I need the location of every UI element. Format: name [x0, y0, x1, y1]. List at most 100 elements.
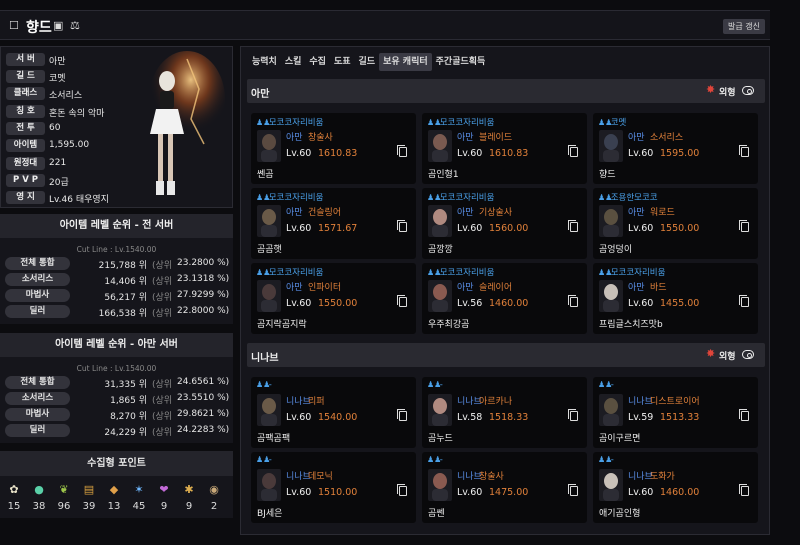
copy-icon[interactable]: [397, 484, 407, 496]
guild-icon: ♟♟: [598, 268, 613, 277]
top-bar: ☐ 향드 ▣ ⚖ 발급 갱신: [0, 10, 770, 40]
character-item-level: 1475.00: [489, 487, 529, 498]
copy-icon[interactable]: [397, 220, 407, 232]
character-name-label: 애기곰인형: [599, 509, 641, 519]
guild-icon: ♟♟: [256, 193, 271, 202]
character-card[interactable]: ♟♟ 모코코자리비움 아만 창술사 Lv.60 1610.83 쎈곰: [251, 113, 416, 184]
character-card[interactable]: ♟♟ 모코코자리비움 아만 슬레이어 Lv.56 1460.00 우주최강곰: [422, 263, 587, 334]
profile-row-title: 칭 호 혼돈 속의 악마: [6, 105, 146, 119]
character-item-level: 1518.33: [489, 412, 529, 423]
character-item-level: 1540.00: [318, 412, 358, 423]
collectible-item[interactable]: ❦ 96: [53, 483, 75, 512]
character-name-label: 곰누드: [428, 434, 453, 444]
rank-row: 전체 통합 215,788 위 (상위 23.2800 %): [0, 257, 233, 271]
character-card[interactable]: ♟♟ - 니나브 리퍼 Lv.60 1540.00 곰팩곰팩: [251, 377, 416, 448]
character-item-level: 1455.00: [660, 298, 700, 309]
collectible-item[interactable]: ✱ 9: [178, 483, 200, 512]
character-card[interactable]: ♟♟ - 니나브 창술사 Lv.60 1475.00 곰쎈: [422, 452, 587, 523]
character-card[interactable]: ♟♟ 조용한모코코 아만 워로드 Lv.60 1550.00 곰엉덩이: [593, 188, 758, 259]
character-level: Lv.60: [628, 487, 654, 498]
copy-icon[interactable]: [739, 220, 749, 232]
character-card[interactable]: ♟♟ 모코코자리비움 아만 기상술사 Lv.60 1560.00 곰깡깡: [422, 188, 587, 259]
collectible-item[interactable]: ● 38: [28, 483, 50, 512]
scale-icon[interactable]: ⚖: [70, 19, 80, 32]
character-class: 리퍼: [308, 397, 325, 407]
collectible-list: ✿ 15 ● 38 ❦ 96 ▤ 39 ◆ 13 ✶ 45 ❤ 9 ✱ 9 ◉ 2: [3, 483, 228, 517]
copy-icon[interactable]: [568, 295, 578, 307]
collectible-item[interactable]: ✶ 45: [128, 483, 150, 512]
server-header-aman: 아만 ✸ 외형: [247, 79, 765, 103]
character-item-level: 1550.00: [660, 223, 700, 234]
collectible-item[interactable]: ◉ 2: [203, 483, 225, 512]
character-class: 워로드: [650, 208, 675, 218]
character-name-label: 곰팩곰팩: [257, 434, 291, 444]
character-name-label: BJ세은: [257, 509, 283, 519]
id-card-icon[interactable]: ▣: [53, 19, 63, 32]
character-card[interactable]: ♟♟ - 니나브 아르카나 Lv.58 1518.33 곰누드: [422, 377, 587, 448]
collectible-item[interactable]: ◆ 13: [103, 483, 125, 512]
character-card[interactable]: ♟♟ 모코코자리비움 아만 건슬링어 Lv.60 1571.67 곰곰햇: [251, 188, 416, 259]
bookmark-icon[interactable]: ☐: [9, 19, 19, 32]
copy-icon[interactable]: [568, 145, 578, 157]
tab-stats[interactable]: 능력치: [248, 53, 281, 71]
tab-weekly-gold[interactable]: 주간골드획득: [432, 53, 490, 71]
tab-characters[interactable]: 보유 캐릭터: [379, 53, 432, 71]
character-card[interactable]: ♟♟ - 니나브 디스트로이어 Lv.59 1513.33 곰이구르면: [593, 377, 758, 448]
guild-icon: ♟♟: [427, 118, 442, 127]
character-card[interactable]: ♟♟ 모코코자리비움 아만 인파이터 Lv.60 1550.00 곰지락곰지락: [251, 263, 416, 334]
copy-icon[interactable]: [568, 220, 578, 232]
character-portrait: [257, 130, 281, 162]
character-level: Lv.60: [286, 148, 312, 159]
character-card[interactable]: ♟♟ 코멧 아만 소서리스 Lv.60 1595.00 향드: [593, 113, 758, 184]
copy-icon[interactable]: [739, 484, 749, 496]
appearance-toggle[interactable]: [742, 350, 754, 359]
character-portrait: [599, 205, 623, 237]
tab-guild[interactable]: 길드: [355, 53, 380, 71]
guild-label: ♟♟ 모코코자리비움: [256, 118, 324, 128]
copy-icon[interactable]: [397, 295, 407, 307]
copy-icon[interactable]: [397, 145, 407, 157]
tab-chart[interactable]: 도표: [330, 53, 355, 71]
guild-label: ♟♟ 모코코자리비움: [256, 268, 324, 278]
copy-icon[interactable]: [739, 409, 749, 421]
server-header-ninav: 니나브 ✸ 외형: [247, 343, 765, 367]
rank-row: 딜러 24,229 위 (상위 24.2283 %): [0, 424, 233, 438]
collectible-item[interactable]: ❤ 9: [153, 483, 175, 512]
character-class: 도화가: [650, 472, 675, 482]
collectible-item[interactable]: ▤ 39: [78, 483, 100, 512]
character-server: 아만: [286, 208, 303, 218]
character-card[interactable]: ♟♟ 모코코자리비움 아만 바드 Lv.60 1455.00 프림글스치즈맛b: [593, 263, 758, 334]
guild-label: ♟♟ -: [427, 380, 443, 390]
character-card[interactable]: ♟♟ - 니나브 데모닉 Lv.60 1510.00 BJ세은: [251, 452, 416, 523]
character-level: Lv.60: [286, 298, 312, 309]
tab-bar: 능력치 스킬 수집 도표 길드 보유 캐릭터 주간골드획득: [248, 53, 489, 71]
copy-icon[interactable]: [739, 145, 749, 157]
profile-row-item: 아이템 1,595.00: [6, 139, 146, 153]
tab-skills[interactable]: 스킬: [281, 53, 306, 71]
character-name-label: 곰쎈: [428, 509, 445, 519]
character-server: 아만: [457, 283, 474, 293]
character-name-label: 곰엉덩이: [599, 245, 633, 255]
character-card[interactable]: ♟♟ - 니나브 도화가 Lv.60 1460.00 애기곰인형: [593, 452, 758, 523]
character-server: 아만: [286, 283, 303, 293]
copy-icon[interactable]: [568, 484, 578, 496]
tab-collection[interactable]: 수집: [305, 53, 330, 71]
character-card[interactable]: ♟♟ 모코코자리비움 아만 블레이드 Lv.60 1610.83 곰인형1: [422, 113, 587, 184]
rank-server-title: 아이템 레벨 순위 - 아만 서버: [0, 333, 233, 357]
character-server: 아만: [628, 133, 645, 143]
appearance-toggle[interactable]: [742, 86, 754, 95]
copy-icon[interactable]: [397, 409, 407, 421]
rank-row: 소서리스 14,406 위 (상위 23.1318 %): [0, 273, 233, 287]
copy-icon[interactable]: [568, 409, 578, 421]
character-item-level: 1560.00: [489, 223, 529, 234]
character-server: 아만: [628, 208, 645, 218]
collectible-item[interactable]: ✿ 15: [3, 483, 25, 512]
character-class: 아르카나: [479, 397, 513, 407]
guild-label: ♟♟ 모코코자리비움: [427, 118, 495, 128]
island-heart-icon: ●: [34, 483, 44, 496]
profile-card: 서 버 아만 길 드 코멧 클래스 소서리스 칭 호 혼돈 속의 악마 전 투 60 아이…: [0, 46, 233, 208]
copy-icon[interactable]: [739, 295, 749, 307]
refresh-button[interactable]: 발급 갱신: [723, 19, 765, 34]
character-class: 바드: [650, 283, 667, 293]
art-piece-icon: ▤: [83, 483, 95, 496]
